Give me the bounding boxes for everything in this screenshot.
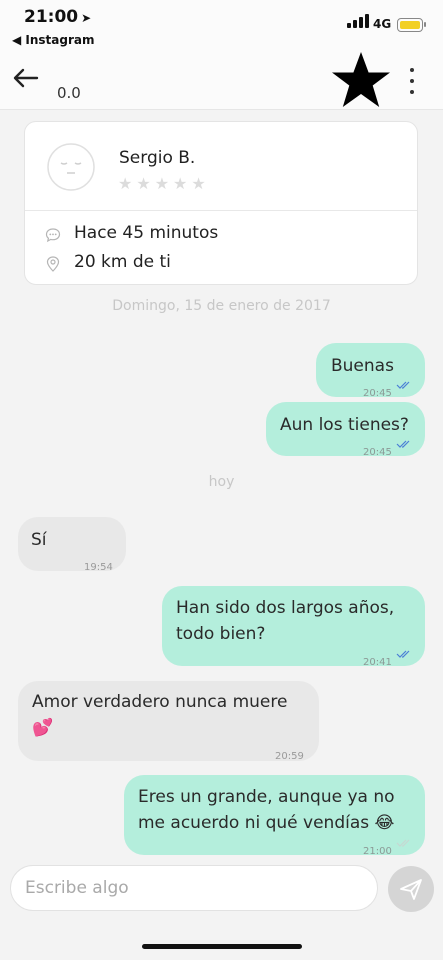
message-time: 20:45	[363, 447, 392, 458]
message-text: Eres un grande, aunque ya no me acuerdo …	[138, 787, 395, 833]
star-rating: ★ ★ ★ ★ ★	[118, 174, 210, 193]
send-button[interactable]	[388, 866, 434, 912]
battery-icon	[397, 18, 426, 32]
message-text: Aun los tienes?	[280, 415, 409, 435]
date-separator: hoy	[208, 474, 235, 490]
chat-bubble-icon	[45, 228, 61, 243]
message-bubble-incoming[interactable]: Amor verdadero nunca muere 💕 20:59	[18, 681, 319, 762]
message-input[interactable]	[10, 865, 378, 911]
message-bubble-outgoing[interactable]: Eres un grande, aunque ya no me acuerdo …	[124, 775, 425, 857]
back-to-app-link[interactable]: ◀ Instagram	[12, 33, 95, 47]
message-text: Amor verdadero nunca muere 💕	[32, 692, 288, 738]
chat-header: 0.0	[0, 52, 443, 110]
status-time: 21:00 ➤	[24, 7, 91, 27]
message-time: 19:54	[84, 562, 113, 573]
read-ticks-icon	[396, 440, 410, 448]
location-pin-icon	[46, 256, 60, 272]
sent-ticks-icon	[396, 839, 410, 847]
message-time: 20:59	[275, 751, 304, 762]
avatar	[47, 143, 95, 191]
distance-row: 20 km de ti	[45, 252, 171, 272]
read-ticks-icon	[396, 381, 410, 389]
home-indicator[interactable]	[142, 944, 302, 949]
star-empty-icon: ★	[136, 174, 151, 193]
message-bubble-outgoing[interactable]: Han sido dos largos años, todo bien? 20:…	[162, 586, 425, 668]
location-arrow-icon: ➤	[81, 11, 92, 25]
more-options-icon[interactable]	[408, 66, 416, 96]
profile-card[interactable]: Sergio B. ★ ★ ★ ★ ★ Hace 45 minutos 20 km de…	[24, 121, 418, 285]
distance-text: 20 km de ti	[74, 252, 171, 272]
back-arrow-icon[interactable]	[12, 64, 40, 92]
star-empty-icon: ★	[173, 174, 188, 193]
profile-name: Sergio B.	[119, 148, 196, 168]
star-empty-icon: ★	[154, 174, 170, 193]
clock-text: 21:00	[24, 7, 79, 27]
signal-icon	[347, 14, 369, 28]
star-empty-icon: ★	[118, 174, 133, 193]
message-time: 20:41	[363, 657, 392, 668]
status-bar: 21:00 ➤ ◀ Instagram 4G	[0, 0, 443, 52]
last-seen-row: Hace 45 minutos	[45, 223, 218, 243]
message-text: Sí	[31, 530, 47, 550]
star-empty-icon: ★	[191, 174, 206, 193]
last-seen-text: Hace 45 minutos	[74, 223, 219, 243]
read-ticks-icon	[396, 650, 410, 658]
send-icon	[400, 879, 422, 900]
star-icon	[332, 52, 390, 107]
user-rating-value: 0.0	[57, 84, 81, 102]
message-bubble-outgoing[interactable]: Buenas 20:45	[316, 343, 425, 399]
message-text: Buenas	[331, 356, 394, 376]
network-type: 4G	[373, 17, 392, 31]
date-separator: Domingo, 15 de enero de 2017	[112, 298, 331, 314]
card-divider	[25, 210, 417, 211]
message-text: Han sido dos largos años, todo bien?	[176, 598, 395, 644]
message-bubble-incoming[interactable]: Sí 19:54	[18, 517, 126, 573]
message-bubble-outgoing[interactable]: Aun los tienes? 20:45	[266, 402, 425, 458]
